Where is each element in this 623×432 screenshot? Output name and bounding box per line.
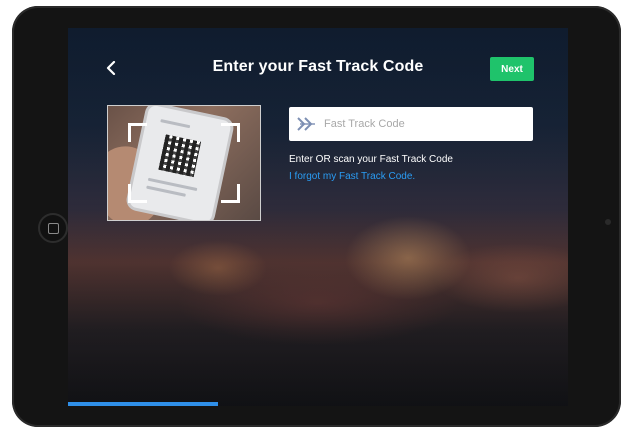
back-button[interactable] bbox=[96, 56, 126, 80]
scan-frame-corner bbox=[128, 123, 147, 142]
camera-dot bbox=[605, 219, 611, 225]
scan-frame-corner bbox=[221, 184, 240, 203]
chevron-left-icon bbox=[106, 61, 116, 75]
helper-text: Enter OR scan your Fast Track Code bbox=[289, 154, 453, 165]
qr-code-image bbox=[158, 134, 202, 178]
progress-fill bbox=[68, 402, 218, 406]
progress-bar bbox=[68, 402, 568, 406]
scan-frame-corner bbox=[128, 184, 147, 203]
fast-track-code-field[interactable] bbox=[289, 107, 533, 141]
app-screen: Enter your Fast Track Code Next Enter OR… bbox=[68, 28, 568, 406]
page-title: Enter your Fast Track Code bbox=[212, 58, 424, 75]
home-button[interactable] bbox=[38, 213, 68, 243]
scan-frame-corner bbox=[221, 123, 240, 142]
forgot-code-link[interactable]: I forgot my Fast Track Code. bbox=[289, 171, 415, 182]
scan-camera-preview[interactable] bbox=[107, 105, 261, 221]
fast-track-code-input[interactable] bbox=[322, 109, 533, 139]
double-arrow-right-icon bbox=[296, 117, 322, 131]
next-button[interactable]: Next bbox=[490, 57, 534, 81]
